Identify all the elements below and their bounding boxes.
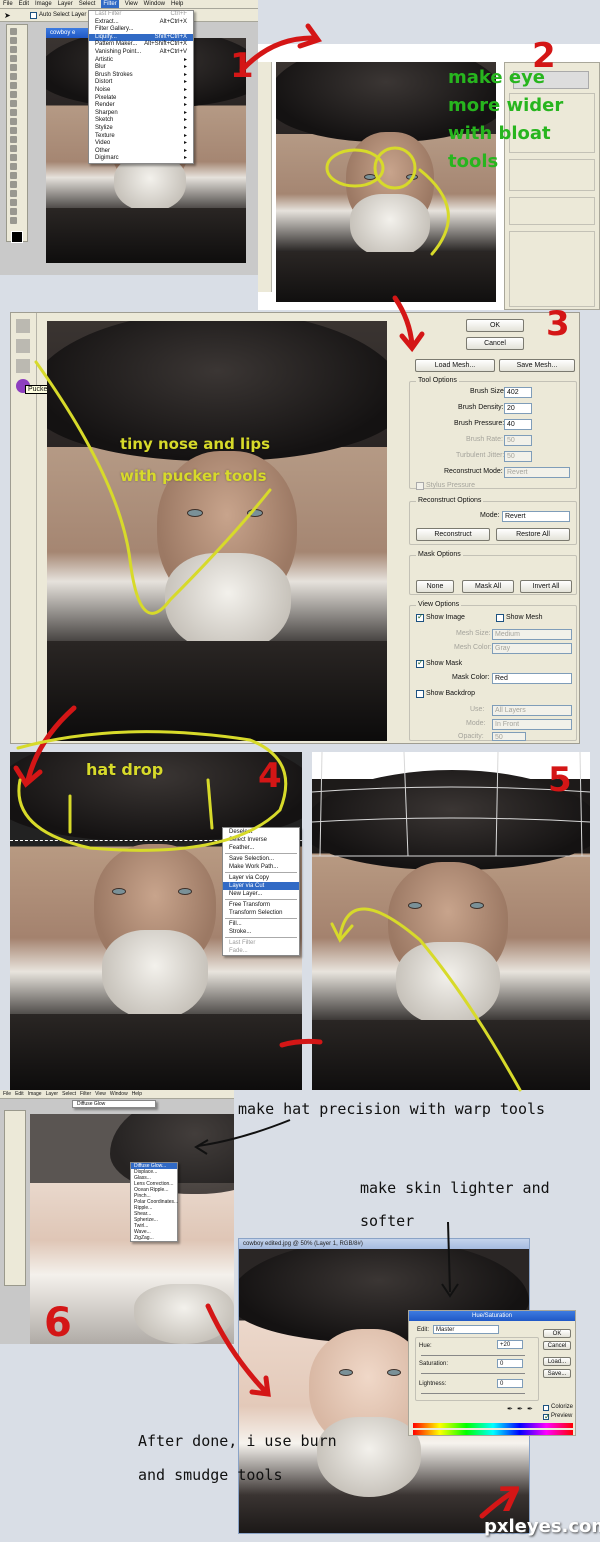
step-6-number: 6 bbox=[44, 1300, 72, 1346]
step-5-number: 5 bbox=[548, 760, 572, 800]
step-2-number: 2 bbox=[532, 36, 556, 76]
watermark: pxleyes.com bbox=[484, 1516, 600, 1537]
step-4-number: 4 bbox=[258, 756, 282, 796]
annotation-overlay bbox=[13, 23, 522, 1519]
step-7-number: 7 bbox=[498, 1480, 522, 1520]
step-3-number: 3 bbox=[546, 304, 570, 344]
step-1-number: 1 bbox=[230, 46, 254, 86]
